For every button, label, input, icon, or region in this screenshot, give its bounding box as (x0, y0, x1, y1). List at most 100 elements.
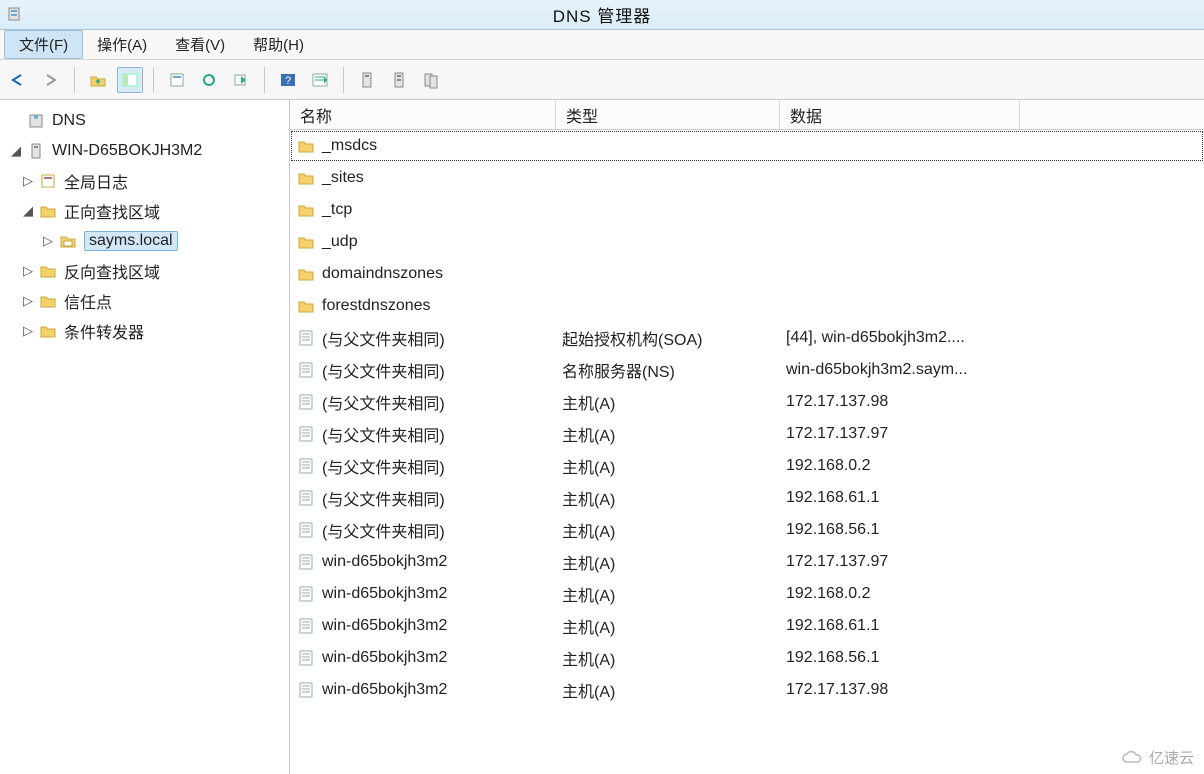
menu-view[interactable]: 查看(V) (161, 30, 239, 59)
record-icon (296, 360, 316, 380)
cell-type: 主机(A) (562, 422, 786, 446)
menu-action[interactable]: 操作(A) (83, 30, 161, 59)
list-row[interactable]: (与父文件夹相同)起始授权机构(SOA)[44], win-d65bokjh3m… (290, 322, 1204, 354)
cell-data: 172.17.137.97 (786, 425, 1026, 443)
properties-button[interactable] (164, 67, 190, 93)
tree-label: 反向查找区域 (64, 259, 160, 283)
folder-icon (296, 136, 316, 156)
menu-bar: 文件(F) 操作(A) 查看(V) 帮助(H) (0, 30, 1204, 60)
cell-name: (与父文件夹相同) (322, 422, 562, 446)
export-button[interactable] (228, 67, 254, 93)
cell-data: 192.168.56.1 (786, 649, 1026, 667)
list-row[interactable]: win-d65bokjh3m2主机(A)172.17.137.98 (290, 674, 1204, 706)
cell-name: forestdnszones (322, 297, 562, 315)
list-row[interactable]: _udp (290, 226, 1204, 258)
list-row[interactable]: win-d65bokjh3m2主机(A)192.168.61.1 (290, 610, 1204, 642)
zone-icon (58, 231, 78, 251)
folder-icon (38, 321, 58, 341)
expander-expand-icon[interactable]: ▷ (20, 293, 36, 309)
folder-icon (38, 201, 58, 221)
tree-global-log[interactable]: ▷ 全局日志 (4, 166, 285, 196)
help-button[interactable]: ? (275, 67, 301, 93)
list-row[interactable]: (与父文件夹相同)名称服务器(NS)win-d65bokjh3m2.saym..… (290, 354, 1204, 386)
filter-button[interactable] (307, 67, 333, 93)
expander-icon[interactable] (8, 113, 24, 129)
list-row[interactable]: (与父文件夹相同)主机(A)172.17.137.97 (290, 418, 1204, 450)
toolbar-separator (153, 67, 154, 93)
nav-back-button[interactable] (6, 67, 32, 93)
refresh-button[interactable] (196, 67, 222, 93)
cell-data: 172.17.137.98 (786, 393, 1026, 411)
tree-forward-zones[interactable]: ◢ 正向查找区域 (4, 196, 285, 226)
column-header-type[interactable]: 类型 (556, 100, 780, 129)
expander-collapse-icon[interactable]: ◢ (20, 203, 36, 219)
cell-name: win-d65bokjh3m2 (322, 649, 562, 667)
menu-help[interactable]: 帮助(H) (239, 30, 318, 59)
main-split: DNS ◢ WIN-D65BOKJH3M2 ▷ 全局日志 ◢ 正向查找区域 ▷ … (0, 100, 1204, 774)
tree-conditional-fwd[interactable]: ▷ 条件转发器 (4, 316, 285, 346)
list-row[interactable]: win-d65bokjh3m2主机(A)172.17.137.97 (290, 546, 1204, 578)
list-row[interactable]: (与父文件夹相同)主机(A)192.168.61.1 (290, 482, 1204, 514)
toolbar: ? (0, 60, 1204, 100)
cell-name: (与父文件夹相同) (322, 486, 562, 510)
column-header-name[interactable]: 名称 (290, 100, 556, 129)
cell-data: [44], win-d65bokjh3m2.... (786, 329, 1026, 347)
toolbar-separator (343, 67, 344, 93)
list-row[interactable]: win-d65bokjh3m2主机(A)192.168.0.2 (290, 578, 1204, 610)
cell-name: (与父文件夹相同) (322, 454, 562, 478)
cell-type: 主机(A) (562, 646, 786, 670)
list-row[interactable]: _tcp (290, 194, 1204, 226)
list-row[interactable]: domaindnszones (290, 258, 1204, 290)
list-row[interactable]: (与父文件夹相同)主机(A)172.17.137.98 (290, 386, 1204, 418)
toolbar-separator (74, 67, 75, 93)
tree-root-dns[interactable]: DNS (4, 106, 285, 136)
cell-data: 192.168.61.1 (786, 617, 1026, 635)
tree-label: DNS (52, 112, 86, 130)
title-bar: DNS 管理器 (0, 0, 1204, 30)
expander-expand-icon[interactable]: ▷ (20, 323, 36, 339)
record-icon (296, 424, 316, 444)
cell-type: 主机(A) (562, 582, 786, 606)
tree-trust-points[interactable]: ▷ 信任点 (4, 286, 285, 316)
list-body: _msdcs _sites_tcp _udp domaindnszones forest… (290, 130, 1204, 706)
list-row[interactable]: win-d65bokjh3m2主机(A)192.168.56.1 (290, 642, 1204, 674)
expander-expand-icon[interactable]: ▷ (40, 233, 56, 249)
folder-icon (38, 291, 58, 311)
list-row[interactable]: forestdnszones (290, 290, 1204, 322)
cell-name: win-d65bokjh3m2 (322, 585, 562, 603)
tree-reverse-zones[interactable]: ▷ 反向查找区域 (4, 256, 285, 286)
record-icon (296, 456, 316, 476)
expander-expand-icon[interactable]: ▷ (20, 263, 36, 279)
show-tree-button[interactable] (117, 67, 143, 93)
nav-forward-button[interactable] (38, 67, 64, 93)
up-folder-button[interactable] (85, 67, 111, 93)
list-header: 名称 类型 数据 (290, 100, 1204, 130)
watermark: 亿速云 (1121, 747, 1194, 768)
cell-data: 192.168.0.2 (786, 585, 1026, 603)
tree-server[interactable]: ◢ WIN-D65BOKJH3M2 (4, 136, 285, 166)
cell-name: _msdcs (322, 137, 562, 155)
server-button-2[interactable] (386, 67, 412, 93)
list-row[interactable]: (与父文件夹相同)主机(A)192.168.0.2 (290, 450, 1204, 482)
cell-name: win-d65bokjh3m2 (322, 617, 562, 635)
list-row[interactable]: _msdcs (290, 130, 1204, 162)
expander-collapse-icon[interactable]: ◢ (8, 143, 24, 159)
list-row[interactable]: (与父文件夹相同)主机(A)192.168.56.1 (290, 514, 1204, 546)
folder-icon (296, 296, 316, 316)
menu-file[interactable]: 文件(F) (4, 30, 83, 59)
column-header-data[interactable]: 数据 (780, 100, 1020, 129)
log-icon (38, 171, 58, 191)
tree-zone-selected[interactable]: ▷ sayms.local (4, 226, 285, 256)
server-button-1[interactable] (354, 67, 380, 93)
cell-name: _udp (322, 233, 562, 251)
record-icon (296, 392, 316, 412)
server-button-3[interactable] (418, 67, 444, 93)
list-pane: 名称 类型 数据 _msdcs _sites_tcp _udp domaindnszo… (290, 100, 1204, 774)
tree-label: 信任点 (64, 289, 112, 313)
expander-expand-icon[interactable]: ▷ (20, 173, 36, 189)
cell-type: 主机(A) (562, 614, 786, 638)
toolbar-separator (264, 67, 265, 93)
window-title: DNS 管理器 (553, 2, 652, 27)
cell-data: 172.17.137.98 (786, 681, 1026, 699)
list-row[interactable]: _sites (290, 162, 1204, 194)
